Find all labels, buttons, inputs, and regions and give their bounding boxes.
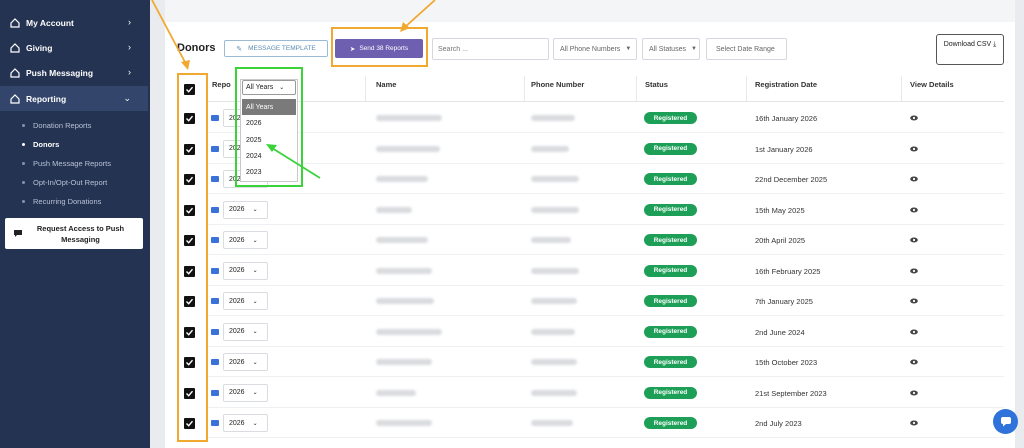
chat-icon [1000,417,1011,427]
chat-support-button[interactable] [993,409,1018,434]
annotation-arrows [151,0,436,179]
